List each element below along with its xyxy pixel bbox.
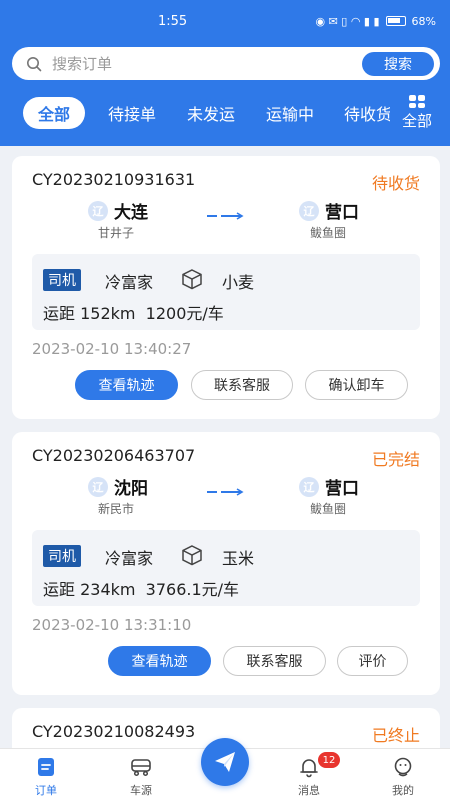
destination-district: 鲅鱼圈	[310, 502, 347, 516]
grid-icon	[409, 95, 425, 108]
paper-plane-icon	[215, 752, 235, 772]
tab-pending-receipt[interactable]: 待收货	[344, 97, 390, 129]
shipment-info: 司机 冷富家 玉米 运距 234km 3766.1元/车	[32, 530, 420, 606]
order-number: CY20230210082493	[32, 722, 196, 741]
profile-icon	[394, 757, 412, 777]
orders-icon	[38, 758, 54, 776]
destination-city: 营口	[325, 479, 359, 499]
tab-in-transit[interactable]: 运输中	[266, 97, 314, 129]
search-button[interactable]: 搜索	[362, 51, 434, 76]
origin-district: 新民市	[98, 502, 135, 516]
driver-name: 冷富家	[105, 273, 154, 292]
order-number: CY20230210931631	[32, 170, 196, 189]
confirm-unload-button[interactable]: 确认卸车	[305, 370, 408, 400]
order-status: 已终止	[371, 726, 420, 745]
battery-percent: 68%	[411, 14, 436, 28]
battery-icon	[385, 16, 406, 26]
origin-city: 沈阳	[114, 479, 148, 499]
origin: 辽 沈阳	[88, 474, 148, 499]
nav-orders-label: 订单	[35, 784, 57, 797]
order-card[interactable]: CY20230210931631 待收货 辽 大连 甘井子 辽 营口 鲅鱼圈 司…	[12, 156, 440, 419]
cargo-name: 玉米	[222, 549, 255, 568]
route-arrow-icon	[207, 488, 244, 496]
contact-service-button[interactable]: 联系客服	[191, 370, 293, 400]
origin-district: 甘井子	[98, 226, 135, 240]
view-track-button[interactable]: 查看轨迹	[108, 646, 211, 676]
cargo-box-icon	[182, 269, 202, 290]
route-arrow-icon	[207, 212, 244, 220]
status-bar: 1:55 ◉ ✉ ▯ ◠ ▮ ▮ 68%	[0, 0, 450, 42]
nav-orders[interactable]: 订单	[16, 755, 76, 798]
driver-tag: 司机	[43, 269, 81, 291]
province-badge: 辽	[299, 476, 319, 497]
province-badge: 辽	[88, 476, 108, 497]
nav-mine[interactable]: 我的	[373, 755, 433, 798]
driver-name: 冷富家	[105, 549, 154, 568]
app-header: 1:55 ◉ ✉ ▯ ◠ ▮ ▮ 68% 搜索 全部 待接单 未发运 运输中 待…	[0, 0, 450, 146]
cargo-box-icon	[182, 545, 202, 566]
contact-service-button[interactable]: 联系客服	[223, 646, 326, 676]
destination: 辽 营口	[299, 474, 359, 499]
order-card[interactable]: CY20230206463707 已完结 辽 沈阳 新民市 辽 营口 鲅鱼圈 司…	[12, 432, 440, 695]
all-categories-label: 全部	[401, 112, 432, 130]
rate-button[interactable]: 评价	[337, 646, 408, 676]
distance-price: 运距 234km 3766.1元/车	[43, 580, 240, 599]
distance-price: 运距 152km 1200元/车	[43, 304, 224, 323]
order-time: 2023-02-10 13:31:10	[32, 616, 192, 634]
tab-not-shipped[interactable]: 未发运	[187, 97, 235, 129]
cargo-name: 小麦	[222, 273, 255, 292]
order-status: 待收货	[371, 174, 420, 193]
truck-icon	[131, 759, 151, 777]
order-number: CY20230206463707	[32, 446, 196, 465]
signal-icon: ◉ ✉ ▯ ◠ ▮ ▮	[315, 14, 380, 28]
tab-pending-accept[interactable]: 待接单	[108, 97, 156, 129]
status-time: 1:55	[158, 13, 188, 29]
order-status: 已完结	[371, 450, 420, 469]
destination-city: 营口	[325, 203, 359, 223]
province-badge: 辽	[299, 200, 319, 221]
search-icon	[27, 56, 42, 71]
origin-city: 大连	[114, 203, 148, 223]
tab-all[interactable]: 全部	[23, 97, 85, 129]
driver-tag: 司机	[43, 545, 81, 567]
nav-mine-label: 我的	[392, 784, 414, 797]
shipment-info: 司机 冷富家 小麦 运距 152km 1200元/车	[32, 254, 420, 330]
order-tabs: 全部 待接单 未发运 运输中 待收货	[0, 90, 450, 136]
nav-vehicles-label: 车源	[130, 784, 152, 797]
status-icons: ◉ ✉ ▯ ◠ ▮ ▮ 68%	[315, 15, 436, 28]
destination: 辽 营口	[299, 198, 359, 223]
search-input[interactable]	[52, 54, 362, 73]
nav-vehicles[interactable]: 车源	[111, 755, 171, 798]
send-fab-button[interactable]	[201, 738, 249, 786]
message-count-badge: 12	[318, 752, 340, 768]
province-badge: 辽	[88, 200, 108, 221]
view-track-button[interactable]: 查看轨迹	[75, 370, 178, 400]
order-time: 2023-02-10 13:40:27	[32, 340, 192, 358]
all-categories-button[interactable]: 全部	[396, 95, 438, 131]
origin: 辽 大连	[88, 198, 148, 223]
destination-district: 鲅鱼圈	[310, 226, 347, 240]
nav-messages-label: 消息	[298, 784, 320, 797]
search-bar: 搜索	[12, 47, 440, 80]
